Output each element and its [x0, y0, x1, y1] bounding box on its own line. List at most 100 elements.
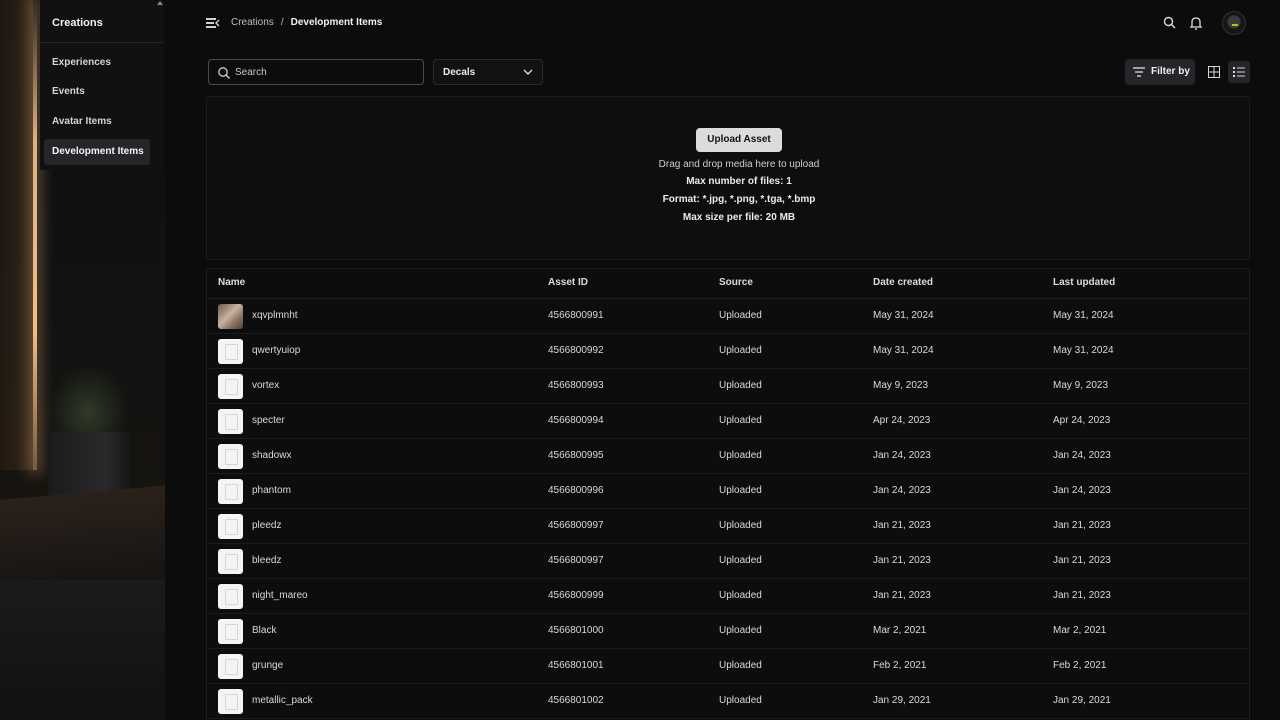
- asset-id: 4566800991: [548, 310, 604, 321]
- sidebar-title: Creations: [52, 17, 103, 29]
- upload-asset-button[interactable]: Upload Asset: [696, 128, 782, 152]
- scroll-up-icon[interactable]: [157, 0, 163, 8]
- search-field[interactable]: [208, 59, 424, 85]
- date-created: Mar 2, 2021: [873, 625, 927, 636]
- asset-id: 4566800993: [548, 380, 604, 391]
- breadcrumb-separator: /: [280, 17, 284, 28]
- filter-icon: [1133, 67, 1145, 77]
- asset-source: Uploaded: [719, 450, 762, 461]
- sidebar-item-development-items[interactable]: Development Items: [44, 139, 150, 165]
- asset-thumbnail: [218, 584, 243, 609]
- floor-decoration: [0, 580, 165, 720]
- last-updated: May 31, 2024: [1053, 310, 1114, 321]
- table-row[interactable]: qwertyuiop 4566800992 Uploaded May 31, 2024…: [206, 334, 1250, 369]
- asset-thumbnail: [218, 479, 243, 504]
- asset-source: Uploaded: [719, 555, 762, 566]
- avatar[interactable]: [1222, 11, 1246, 35]
- last-updated: Jan 21, 2023: [1053, 590, 1111, 601]
- sidebar-item-experiences[interactable]: Experiences: [44, 50, 150, 76]
- asset-source: Uploaded: [719, 625, 762, 636]
- asset-id: 4566800997: [548, 555, 604, 566]
- chevron-down-icon: [523, 69, 533, 75]
- table-row[interactable]: grunge 4566801001 Uploaded Feb 2, 2021 Feb 2…: [206, 649, 1250, 684]
- table-row[interactable]: metallic_pack 4566801002 Uploaded Jan 29, 2…: [206, 684, 1250, 719]
- asset-name: specter: [252, 415, 285, 426]
- asset-id: 4566800997: [548, 520, 604, 531]
- asset-thumbnail: [218, 619, 243, 644]
- search-input[interactable]: [235, 60, 415, 84]
- asset-thumbnail: [218, 339, 243, 364]
- upload-formats: Format: *.jpg, *.png, *.tga, *.bmp: [662, 194, 816, 205]
- asset-type-value: Decals: [443, 67, 476, 78]
- asset-thumbnail: [218, 304, 243, 329]
- table-row[interactable]: vortex 4566800993 Uploaded May 9, 2023 May 9…: [206, 369, 1250, 404]
- asset-name: pleedz: [252, 520, 282, 531]
- column-header-last-updated[interactable]: Last updated: [1053, 277, 1115, 288]
- asset-id: 4566800992: [548, 345, 604, 356]
- asset-thumbnail: [218, 374, 243, 399]
- asset-thumbnail: [218, 409, 243, 434]
- asset-source: Uploaded: [719, 590, 762, 601]
- column-header-source[interactable]: Source: [719, 277, 753, 288]
- search-icon[interactable]: [1161, 14, 1179, 32]
- asset-id: 4566801000: [548, 625, 604, 636]
- asset-name: shadowx: [252, 450, 292, 461]
- date-created: Jan 21, 2023: [873, 520, 931, 531]
- sidebar-item-avatar-items[interactable]: Avatar Items: [44, 109, 150, 135]
- filter-label: Filter by: [1151, 66, 1190, 77]
- asset-source: Uploaded: [719, 660, 762, 671]
- table-row[interactable]: shadowx 4566800995 Uploaded Jan 24, 2023 Jan…: [206, 439, 1250, 474]
- asset-name: grunge: [252, 660, 284, 671]
- asset-thumbnail: [218, 689, 243, 714]
- table-row[interactable]: night_mareo 4566800999 Uploaded Jan 21, 202…: [206, 579, 1250, 614]
- upload-max-files: Max number of files: 1: [686, 176, 792, 187]
- table-row[interactable]: phantom 4566800996 Uploaded Jan 24, 2023 Jan…: [206, 474, 1250, 509]
- last-updated: Jan 29, 2021: [1053, 695, 1111, 706]
- asset-type-dropdown[interactable]: Decals: [433, 59, 543, 85]
- table-row[interactable]: xqvplmnht 4566800991 Uploaded May 31, 2024 M…: [206, 299, 1250, 334]
- table-row[interactable]: pleedz 4566800997 Uploaded Jan 21, 2023 Jan …: [206, 509, 1250, 544]
- date-created: Jan 21, 2023: [873, 590, 931, 601]
- list-icon: [1233, 67, 1245, 77]
- last-updated: Jan 21, 2023: [1053, 555, 1111, 566]
- date-created: May 31, 2024: [873, 345, 934, 356]
- column-header-date-created[interactable]: Date created: [873, 277, 933, 288]
- asset-thumbnail: [218, 514, 243, 539]
- asset-id: 4566800994: [548, 415, 604, 426]
- table-row[interactable]: bleedz 4566800997 Uploaded Jan 21, 2023 Jan …: [206, 544, 1250, 579]
- last-updated: Apr 24, 2023: [1053, 415, 1111, 426]
- date-created: Apr 24, 2023: [873, 415, 931, 426]
- sidebar-divider: [40, 42, 163, 43]
- last-updated: Feb 2, 2021: [1053, 660, 1107, 671]
- bell-icon[interactable]: [1187, 14, 1205, 32]
- table-row[interactable]: Black 4566801000 Uploaded Mar 2, 2021 Mar 2,…: [206, 614, 1250, 649]
- sidebar-item-events[interactable]: Events: [44, 79, 150, 105]
- date-created: May 31, 2024: [873, 310, 934, 321]
- column-header-asset-id[interactable]: Asset ID: [548, 277, 588, 288]
- menu-collapse-icon[interactable]: [206, 16, 220, 30]
- date-created: Jan 29, 2021: [873, 695, 931, 706]
- asset-id: 4566800996: [548, 485, 604, 496]
- asset-thumbnail: [218, 654, 243, 679]
- filter-button[interactable]: Filter by: [1125, 59, 1195, 85]
- date-created: Jan 21, 2023: [873, 555, 931, 566]
- breadcrumb-creations[interactable]: Creations: [231, 17, 274, 28]
- last-updated: May 31, 2024: [1053, 345, 1114, 356]
- asset-id: 4566800999: [548, 590, 604, 601]
- light-strip-decoration: [33, 0, 37, 470]
- asset-source: Uploaded: [719, 310, 762, 321]
- asset-id: 4566801002: [548, 695, 604, 706]
- asset-name: vortex: [252, 380, 280, 391]
- column-header-name[interactable]: Name: [218, 277, 245, 288]
- breadcrumb-current: Development Items: [290, 17, 383, 28]
- asset-thumbnail: [218, 444, 243, 469]
- asset-source: Uploaded: [719, 380, 762, 391]
- sidebar: Creations Experiences Events Avatar Item…: [0, 0, 165, 720]
- search-field-icon: [218, 67, 230, 79]
- list-view-button[interactable]: [1228, 61, 1250, 83]
- asset-name: qwertyuiop: [252, 345, 301, 356]
- table-row[interactable]: specter 4566800994 Uploaded Apr 24, 2023 Apr…: [206, 404, 1250, 439]
- date-created: Jan 24, 2023: [873, 450, 931, 461]
- last-updated: Jan 24, 2023: [1053, 485, 1111, 496]
- grid-view-button[interactable]: [1203, 61, 1225, 83]
